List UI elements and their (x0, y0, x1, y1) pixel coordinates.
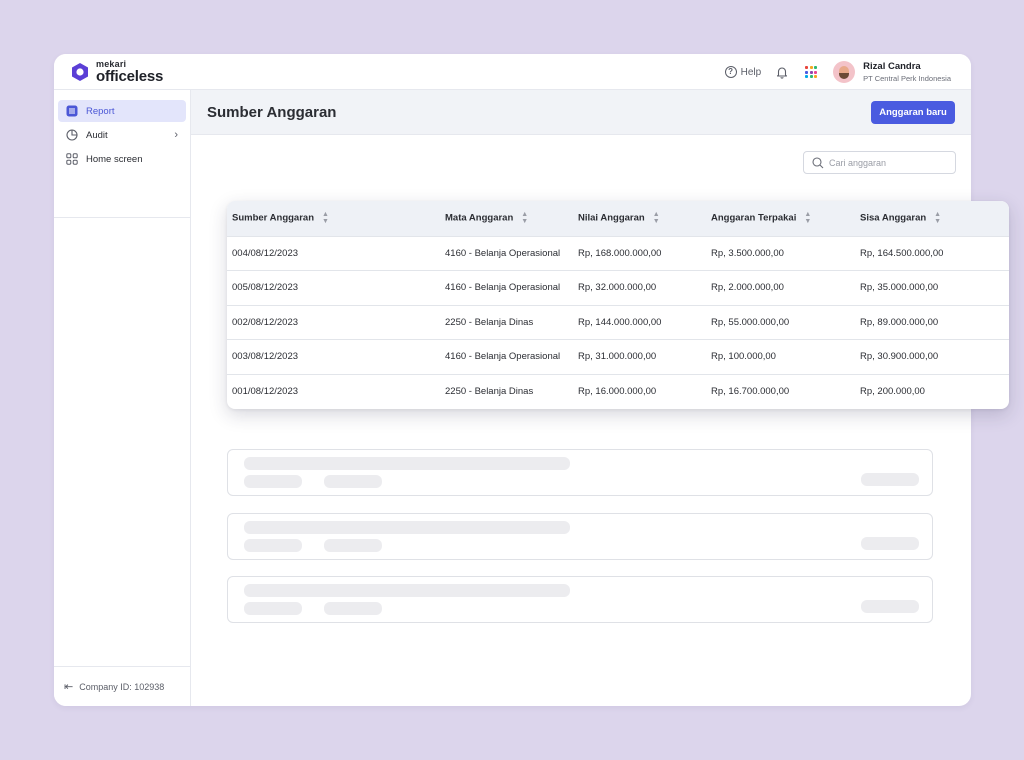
brand-name: officeless (96, 68, 164, 85)
brand-logo[interactable]: mekari officeless (70, 60, 163, 84)
column-header[interactable]: Nilai Anggaran ▲ ▼ (573, 201, 706, 236)
grid-icon (66, 153, 78, 165)
table-cell: Rp, 144.000.000,00 (578, 316, 662, 328)
sidebar-item-home-screen[interactable]: Home screen (58, 148, 186, 170)
table-header-row: Sumber Anggaran ▲ ▼ Mata Anggaran ▲ ▼ Nilai … (227, 201, 1009, 236)
sidebar: Report Audit › Home screen ⇤ Company ID:… (54, 90, 191, 706)
sidebar-divider (54, 217, 190, 218)
table-row[interactable]: 002/08/12/2023 2250 - Belanja Dinas Rp, … (227, 305, 1009, 340)
list-icon (66, 105, 78, 117)
table-cell: Rp, 35.000.000,00 (860, 282, 939, 294)
sort-icon: ▲ ▼ (934, 211, 942, 226)
sidebar-item-label: Home screen (86, 153, 143, 165)
table-row[interactable]: 005/08/12/2023 4160 - Belanja Operasiona… (227, 270, 1009, 306)
table-cell: 004/08/12/2023 (232, 247, 299, 259)
table-cell: 001/08/12/2023 (232, 386, 299, 397)
table-row[interactable]: 001/08/12/2023 2250 - Belanja Dinas Rp, … (227, 374, 1009, 409)
help-label: Help (740, 66, 762, 78)
sidebar-item-label: Audit (86, 129, 108, 141)
table-cell: 003/08/12/2023 (232, 351, 299, 363)
search-input[interactable] (829, 157, 949, 168)
column-header[interactable]: Sumber Anggaran ▲ ▼ (227, 201, 440, 236)
table-cell: 4160 - Belanja Operasional (445, 351, 561, 363)
table-cell: 002/08/12/2023 (232, 316, 299, 328)
page-title: Sumber Anggaran (207, 104, 337, 121)
top-header: mekari officeless ? Help Rizal Candra PT… (54, 54, 971, 90)
sort-icon: ▲ ▼ (652, 211, 660, 226)
table-cell: Rp, 200.000,00 (860, 386, 925, 397)
table-row[interactable]: 003/08/12/2023 4160 - Belanja Operasiona… (227, 339, 1009, 375)
sidebar-item-report[interactable]: Report (58, 100, 186, 122)
table-cell: Rp, 32.000.000,00 (578, 282, 657, 294)
user-info[interactable]: Rizal Candra PT Central Perk Indonesia (863, 61, 951, 83)
table-cell: Rp, 100.000,00 (711, 351, 776, 363)
budget-table: Sumber Anggaran ▲ ▼ Mata Anggaran ▲ ▼ Nilai … (227, 201, 1009, 409)
table-cell: Rp, 89.000.000,00 (860, 316, 939, 328)
table-cell: 4160 - Belanja Operasional (445, 247, 561, 259)
search-icon (812, 156, 824, 168)
company-id[interactable]: ⇤ Company ID: 102938 (64, 680, 164, 693)
search-box[interactable] (803, 151, 956, 174)
bell-icon[interactable] (775, 65, 789, 79)
company-id-label: Company ID: 102938 (79, 681, 165, 692)
skeleton-card (227, 449, 933, 496)
table-cell: Rp, 168.000.000,00 (578, 247, 662, 259)
table-cell: 4160 - Belanja Operasional (445, 282, 561, 294)
budget-table-card: Sumber Anggaran ▲ ▼ Mata Anggaran ▲ ▼ Nilai … (227, 201, 1009, 409)
table-row[interactable]: 004/08/12/2023 4160 - Belanja Operasiona… (227, 236, 1009, 271)
table-cell: Rp, 30.900.000,00 (860, 351, 939, 363)
new-budget-button[interactable]: Anggaran baru (871, 101, 955, 124)
table-cell: Rp, 164.500.000,00 (860, 247, 944, 259)
chevron-right-icon: › (174, 129, 178, 141)
pie-chart-icon (66, 129, 78, 141)
table-cell: 2250 - Belanja Dinas (445, 316, 534, 328)
question-icon: ? (724, 66, 737, 78)
user-company: PT Central Perk Indonesia (863, 74, 951, 83)
sort-icon: ▲ ▼ (804, 211, 812, 226)
sidebar-item-audit[interactable]: Audit › (58, 124, 186, 146)
column-header[interactable]: Sisa Anggaran ▲ ▼ (855, 201, 1009, 236)
column-header[interactable]: Anggaran Terpakai ▲ ▼ (706, 201, 855, 236)
table-cell: 2250 - Belanja Dinas (445, 386, 534, 397)
table-cell: Rp, 16.700.000,00 (711, 386, 790, 397)
sidebar-item-label: Report (86, 105, 115, 117)
sidebar-footer-divider (54, 666, 190, 667)
table-cell: Rp, 3.500.000,00 (711, 247, 784, 259)
content-header: Sumber Anggaran Anggaran baru (191, 90, 971, 135)
table-cell: Rp, 16.000.000,00 (578, 386, 657, 397)
table-cell: Rp, 55.000.000,00 (711, 316, 790, 328)
user-name: Rizal Candra (863, 61, 921, 72)
hexagon-logo-icon (72, 63, 88, 81)
help-link[interactable]: ? Help (724, 66, 762, 78)
sort-icon: ▲ ▼ (521, 211, 529, 226)
collapse-arrow-icon: ⇤ (64, 681, 74, 693)
table-cell: 005/08/12/2023 (232, 282, 299, 294)
avatar[interactable] (833, 61, 856, 83)
apps-grid-icon[interactable] (805, 66, 818, 78)
table-cell: Rp, 31.000.000,00 (578, 351, 657, 363)
skeleton-card (227, 576, 933, 623)
sort-icon: ▲ ▼ (322, 211, 329, 226)
skeleton-card (227, 513, 933, 560)
table-cell: Rp, 2.000.000,00 (711, 282, 784, 294)
column-header[interactable]: Mata Anggaran ▲ ▼ (440, 201, 573, 236)
